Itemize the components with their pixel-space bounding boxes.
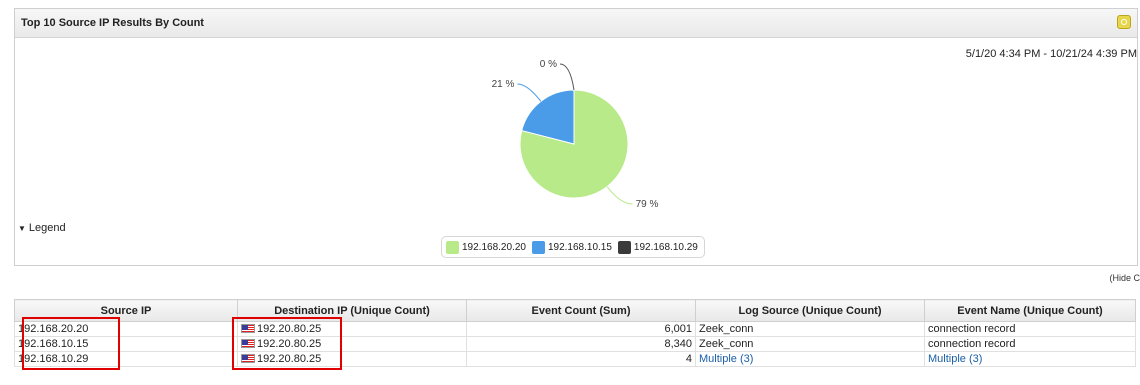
log-source-link[interactable]: Multiple (3) bbox=[699, 353, 753, 365]
us-flag-icon bbox=[241, 354, 255, 363]
log-source-cell: Zeek_conn bbox=[695, 336, 925, 352]
gear-icon[interactable] bbox=[1117, 15, 1131, 29]
pie-leader-line bbox=[559, 63, 575, 91]
pie-slice-label: 79 % bbox=[636, 199, 659, 210]
table-row[interactable]: 192.168.10.29 192.20.80.25 4 Multiple (3… bbox=[14, 351, 1136, 367]
legend-item[interactable]: 192.168.10.29 bbox=[617, 240, 698, 254]
pie-slice-label: 21 % bbox=[492, 79, 515, 90]
log-source-cell: Zeek_conn bbox=[695, 321, 925, 337]
event-name-cell: connection record bbox=[924, 321, 1136, 337]
us-flag-icon bbox=[241, 324, 255, 333]
widget-header: Top 10 Source IP Results By Count bbox=[15, 9, 1137, 38]
legend-swatch bbox=[446, 240, 459, 254]
column-header-source-ip[interactable]: Source IP bbox=[14, 299, 238, 322]
source-ip-cell[interactable]: 192.168.10.15 bbox=[14, 336, 238, 352]
event-count-cell: 6,001 bbox=[466, 321, 696, 337]
legend-swatch bbox=[531, 240, 545, 254]
widget-title: Top 10 Source IP Results By Count bbox=[21, 17, 204, 29]
table-row[interactable]: 192.168.10.15 192.20.80.25 8,340 Zeek_co… bbox=[14, 336, 1136, 352]
destination-ip-cell[interactable]: 192.20.80.25 bbox=[237, 321, 467, 337]
results-table: Source IP Destination IP (Unique Count) … bbox=[14, 299, 1136, 367]
chart-legend: 192.168.20.20 192.168.10.15 192.168.10.2… bbox=[441, 236, 705, 258]
destination-ip-cell[interactable]: 192.20.80.25 bbox=[237, 351, 467, 367]
source-ip-cell[interactable]: 192.168.20.20 bbox=[14, 321, 238, 337]
us-flag-icon bbox=[241, 339, 255, 348]
top-source-ip-widget: Top 10 Source IP Results By Count 5/1/20… bbox=[14, 8, 1138, 266]
pie-leader-line bbox=[517, 83, 542, 102]
legend-label: 192.168.10.15 bbox=[547, 241, 612, 253]
table-row[interactable]: 192.168.20.20 192.20.80.25 6,001 Zeek_co… bbox=[14, 321, 1136, 337]
column-header-event-name[interactable]: Event Name (Unique Count) bbox=[924, 299, 1136, 322]
legend-swatch bbox=[617, 240, 631, 254]
column-header-destination-ip[interactable]: Destination IP (Unique Count) bbox=[237, 299, 467, 322]
legend-toggle-label: Legend bbox=[28, 222, 66, 234]
event-name-link[interactable]: Multiple (3) bbox=[928, 353, 982, 365]
destination-ip-value: 192.20.80.25 bbox=[257, 323, 322, 335]
legend-toggle[interactable]: ▼ Legend bbox=[18, 222, 66, 234]
legend-label: 192.168.10.29 bbox=[633, 241, 698, 253]
event-name-cell: connection record bbox=[924, 336, 1136, 352]
triangle-down-icon: ▼ bbox=[18, 224, 26, 233]
destination-ip-value: 192.20.80.25 bbox=[257, 338, 322, 350]
destination-ip-cell[interactable]: 192.20.80.25 bbox=[237, 336, 467, 352]
column-header-log-source[interactable]: Log Source (Unique Count) bbox=[695, 299, 925, 322]
legend-item[interactable]: 192.168.20.20 bbox=[446, 240, 526, 254]
legend-item[interactable]: 192.168.10.15 bbox=[531, 240, 612, 254]
hide-chart-link[interactable]: (Hide C bbox=[1109, 273, 1140, 283]
source-ip-cell[interactable]: 192.168.10.29 bbox=[14, 351, 238, 367]
pie-slice-label: 0 % bbox=[540, 59, 557, 70]
pie-leader-line bbox=[606, 186, 633, 205]
legend-label: 192.168.20.20 bbox=[462, 241, 526, 253]
column-header-event-count[interactable]: Event Count (Sum) bbox=[466, 299, 696, 322]
pie-chart: 79 % 21 % 0 % bbox=[492, 59, 659, 210]
destination-ip-value: 192.20.80.25 bbox=[257, 353, 322, 365]
event-count-cell: 8,340 bbox=[466, 336, 696, 352]
log-source-cell[interactable]: Multiple (3) bbox=[695, 351, 925, 367]
event-name-cell[interactable]: Multiple (3) bbox=[924, 351, 1136, 367]
table-header-row: Source IP Destination IP (Unique Count) … bbox=[14, 299, 1136, 322]
event-count-cell: 4 bbox=[466, 351, 696, 367]
